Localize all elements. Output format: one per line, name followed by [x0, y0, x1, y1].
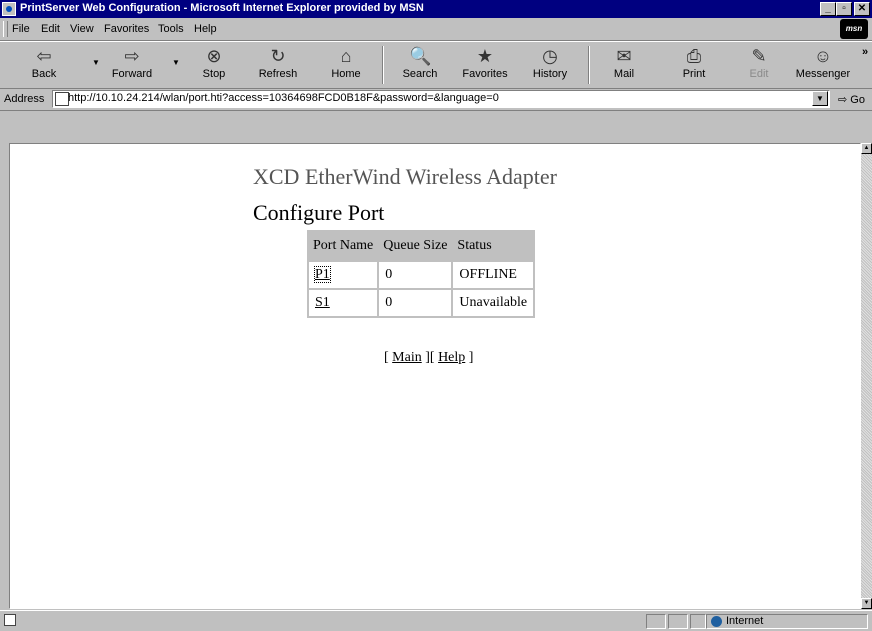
menu-view[interactable]: View — [70, 23, 94, 35]
menu-bar: File Edit View Favorites Tools Help — [0, 18, 872, 41]
standard-toolbar: ⇦ Back ▼ ⇨ Forward ▼ ⊗ Stop ↻ Refresh ⌂ … — [0, 41, 872, 89]
window-title-bar[interactable]: PrintServer Web Configuration - Microsof… — [0, 0, 872, 18]
queue-size-cell: 0 — [379, 262, 452, 288]
table-row: P1 0 OFFLINE — [309, 262, 534, 288]
page-content: XCD EtherWind Wireless Adapter Configure… — [10, 144, 860, 608]
table-header-row: Port Name Queue Size Status — [309, 232, 534, 260]
ie-app-icon[interactable] — [2, 2, 16, 16]
menu-favorites[interactable]: Favorites — [104, 23, 149, 35]
refresh-button[interactable]: ↻ Refresh — [256, 44, 300, 86]
port-link-p1[interactable]: P1 — [314, 266, 331, 283]
menu-grip[interactable] — [3, 21, 8, 37]
msn-logo: msn — [840, 19, 868, 39]
forward-label: Forward — [111, 68, 153, 80]
go-button[interactable]: ⇨ Go — [838, 93, 865, 106]
favorites-label: Favorites — [462, 68, 508, 80]
address-bar: Address http://10.10.24.214/wlan/port.ht… — [0, 88, 872, 111]
status-panel — [668, 614, 688, 629]
messenger-icon: ☺ — [813, 46, 833, 66]
vertical-scrollbar[interactable]: ▲ ▼ — [861, 143, 872, 609]
edit-icon: ✎ — [751, 46, 767, 66]
status-panel — [646, 614, 666, 629]
bracket: ][ — [421, 350, 439, 365]
back-button[interactable]: ⇦ Back — [24, 44, 64, 86]
close-button[interactable]: ✕ — [854, 2, 870, 16]
mail-button[interactable]: ✉ Mail — [606, 44, 642, 86]
table-row: S1 0 Unavailable — [309, 290, 534, 316]
help-link[interactable]: Help — [438, 350, 465, 365]
home-button[interactable]: ⌂ Home — [326, 44, 366, 86]
page-viewport[interactable]: XCD EtherWind Wireless Adapter Configure… — [9, 143, 861, 609]
port-link-s1[interactable]: S1 — [315, 295, 330, 310]
stop-label: Stop — [202, 68, 226, 80]
refresh-icon: ↻ — [270, 46, 286, 66]
status-panel — [690, 614, 706, 629]
back-dropdown-icon[interactable]: ▼ — [92, 58, 100, 67]
home-label: Home — [331, 68, 361, 80]
stop-button[interactable]: ⊗ Stop — [196, 44, 232, 86]
footer-links: [ Main ][ Help ] — [384, 350, 473, 366]
favorites-button[interactable]: ★ Favorites — [458, 44, 512, 86]
page-icon — [55, 92, 69, 106]
menu-file[interactable]: File — [12, 23, 30, 35]
internet-zone-globe-icon — [711, 616, 722, 627]
port-name-cell: S1 — [309, 290, 378, 316]
history-button[interactable]: ◷ History — [528, 44, 572, 86]
minimize-button[interactable]: _ — [820, 2, 836, 16]
forward-dropdown-icon[interactable]: ▼ — [172, 58, 180, 67]
toolbar-separator — [382, 46, 384, 84]
go-arrow-icon: ⇨ — [838, 94, 848, 106]
printer-icon: ⎙ — [686, 46, 702, 66]
scroll-down-icon[interactable]: ▼ — [861, 598, 872, 609]
menu-help[interactable]: Help — [194, 23, 217, 35]
back-arrow-icon: ⇦ — [36, 46, 52, 66]
go-label: Go — [850, 94, 865, 106]
toolbar-separator — [588, 46, 590, 84]
column-header-port-name: Port Name — [309, 232, 378, 260]
back-label: Back — [31, 68, 57, 80]
queue-size-cell: 0 — [379, 290, 452, 316]
status-cell: Unavailable — [453, 290, 534, 316]
product-title: XCD EtherWind Wireless Adapter — [253, 164, 557, 189]
search-button[interactable]: 🔍 Search — [398, 44, 442, 86]
window-title: PrintServer Web Configuration - Microsof… — [20, 2, 424, 14]
history-icon: ◷ — [542, 46, 558, 66]
mail-icon: ✉ — [616, 46, 632, 66]
column-header-queue-size: Queue Size — [379, 232, 452, 260]
messenger-button[interactable]: ☺ Messenger — [792, 44, 854, 86]
toolbar-overflow-chevron-icon[interactable]: » — [862, 46, 868, 58]
edit-button[interactable]: ✎ Edit — [742, 44, 776, 86]
page-heading: Configure Port — [253, 200, 385, 225]
edit-label: Edit — [749, 68, 769, 80]
column-header-status: Status — [453, 232, 534, 260]
search-icon: 🔍 — [409, 46, 432, 66]
forward-arrow-icon: ⇨ — [124, 46, 140, 66]
address-dropdown-icon[interactable]: ▼ — [812, 91, 828, 106]
messenger-label: Messenger — [795, 68, 851, 80]
port-name-cell: P1 — [309, 262, 378, 288]
address-url[interactable]: http://10.10.24.214/wlan/port.hti?access… — [68, 92, 499, 104]
favorites-icon: ★ — [476, 46, 494, 66]
scroll-up-icon[interactable]: ▲ — [861, 143, 872, 154]
print-button[interactable]: ⎙ Print — [676, 44, 712, 86]
menu-tools[interactable]: Tools — [158, 23, 184, 35]
home-icon: ⌂ — [340, 46, 352, 66]
page-status-icon — [4, 614, 16, 626]
maximize-button[interactable]: ▫ — [836, 2, 852, 16]
bracket: ] — [465, 350, 474, 365]
stop-icon: ⊗ — [206, 46, 222, 66]
refresh-label: Refresh — [258, 68, 298, 80]
search-label: Search — [402, 68, 438, 80]
print-label: Print — [682, 68, 706, 80]
security-zone-label: Internet — [726, 615, 764, 627]
main-link[interactable]: Main — [392, 350, 422, 365]
address-label: Address — [4, 93, 45, 105]
history-label: History — [532, 68, 568, 80]
bracket: [ — [384, 350, 393, 365]
port-table: Port Name Queue Size Status P1 0 OFFLINE… — [307, 230, 536, 318]
status-cell: OFFLINE — [453, 262, 534, 288]
forward-button[interactable]: ⇨ Forward — [104, 44, 160, 86]
menu-edit[interactable]: Edit — [41, 23, 60, 35]
mail-label: Mail — [613, 68, 635, 80]
